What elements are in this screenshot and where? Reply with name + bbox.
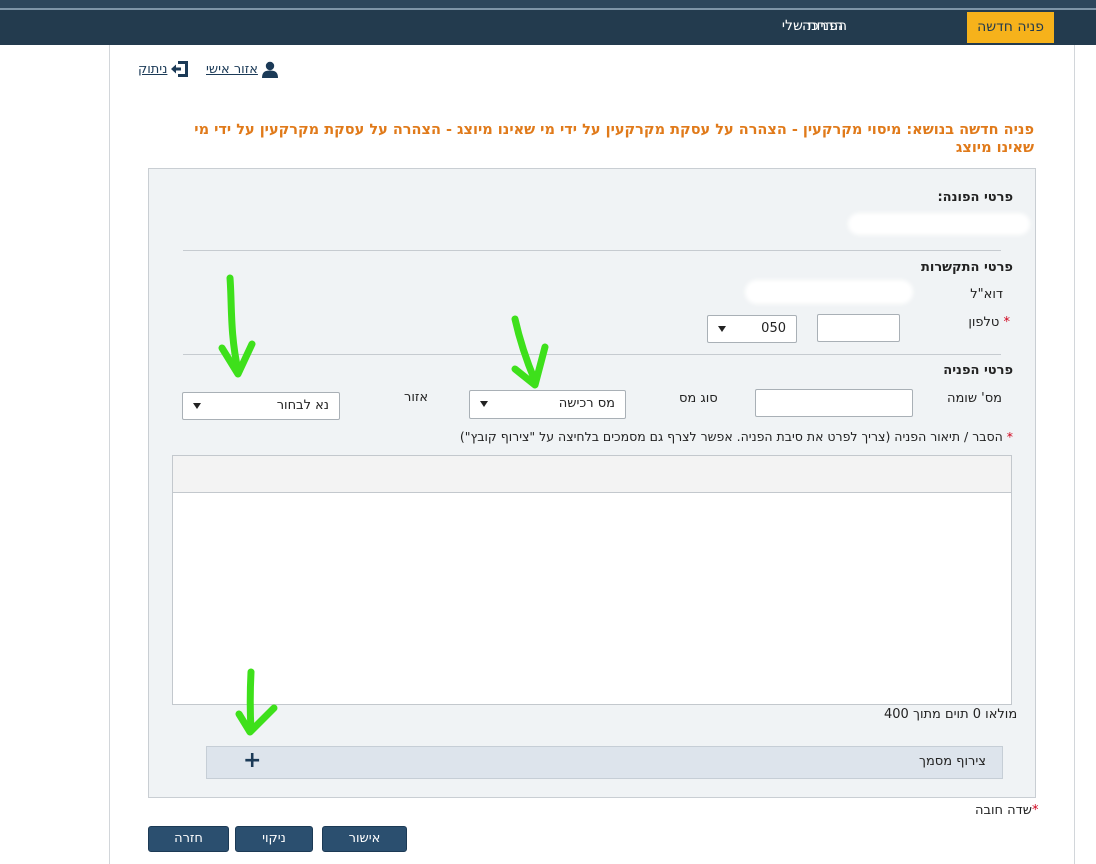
tax-type-label: סוג מס (679, 391, 718, 406)
logout-link[interactable]: ניתוק (138, 62, 167, 77)
back-button[interactable]: חזרה (148, 826, 229, 852)
editor-toolbar (173, 456, 1011, 493)
annotation-arrow-icon (511, 315, 549, 389)
assessor-file-input[interactable] (755, 389, 913, 417)
divider (183, 354, 1001, 355)
char-count: מולאו 0 תוים מתוך 400 (884, 707, 1018, 722)
phone-label-row: * טלפון (968, 315, 1010, 330)
description-label: הסבר / תיאור הפניה (צריך לפרט את סיבת הפ… (459, 429, 1003, 444)
redacted-email (745, 280, 913, 304)
tax-type-value: מס רכישה (558, 396, 615, 411)
email-label: דוא"ל (970, 287, 1003, 302)
page-title: פניה חדשה בנושא: מיסוי מקרקעין - הצהרה ע… (194, 122, 1034, 156)
region-select[interactable]: נא לבחור (182, 392, 340, 420)
phone-number-input[interactable] (817, 314, 900, 342)
required-mark: * (1003, 315, 1011, 330)
annotation-arrow-icon (218, 274, 256, 378)
personal-area-label: אזור אישי (206, 62, 258, 77)
chevron-down-icon (718, 326, 726, 332)
logout-label: ניתוק (138, 62, 168, 77)
region-label: אזור (404, 390, 429, 405)
chevron-down-icon (480, 401, 488, 407)
chevron-down-icon (193, 403, 201, 409)
logout-icon (171, 61, 188, 77)
inquiry-section-label: פרטי הפניה (943, 363, 1013, 378)
assessor-file-label: מס' שומה (946, 391, 1002, 406)
phone-prefix-select[interactable]: 050 (707, 315, 797, 343)
region-value: נא לבחור (276, 398, 329, 413)
attach-document-bar[interactable]: צירוף מסמך + (206, 746, 1003, 779)
top-accent-bar (0, 0, 1096, 8)
description-label-row: * הסבר / תיאור הפניה (צריך לפרט את סיבת … (460, 429, 1013, 444)
nav-guide[interactable]: הדרכה (802, 10, 843, 45)
phone-label: טלפון (968, 315, 1000, 330)
clear-button[interactable]: ניקוי (235, 826, 313, 852)
top-navbar: פניה חדשה הפניות שלי הדרכה (0, 10, 1096, 45)
applicant-section-label: פרטי הפונה: (937, 190, 1013, 205)
attach-document-label: צירוף מסמך (918, 754, 986, 769)
nav-new-inquiry[interactable]: פניה חדשה (967, 12, 1054, 43)
phone-prefix-value: 050 (761, 321, 786, 336)
plus-icon: + (243, 748, 262, 773)
required-mark: * (1006, 429, 1013, 444)
required-note-text: שדה חובה (975, 803, 1032, 818)
divider (183, 250, 1001, 251)
redacted-applicant-name (848, 213, 1030, 235)
annotation-arrow-icon (235, 668, 278, 736)
required-field-note: *שדה חובה (975, 803, 1038, 818)
confirm-button[interactable]: אישור (322, 826, 407, 852)
user-icon (262, 61, 278, 78)
personal-area-link[interactable]: אזור אישי (206, 62, 258, 77)
contact-section-label: פרטי התקשרות (921, 260, 1013, 275)
required-mark: * (1031, 803, 1039, 818)
description-editor[interactable] (172, 455, 1012, 705)
